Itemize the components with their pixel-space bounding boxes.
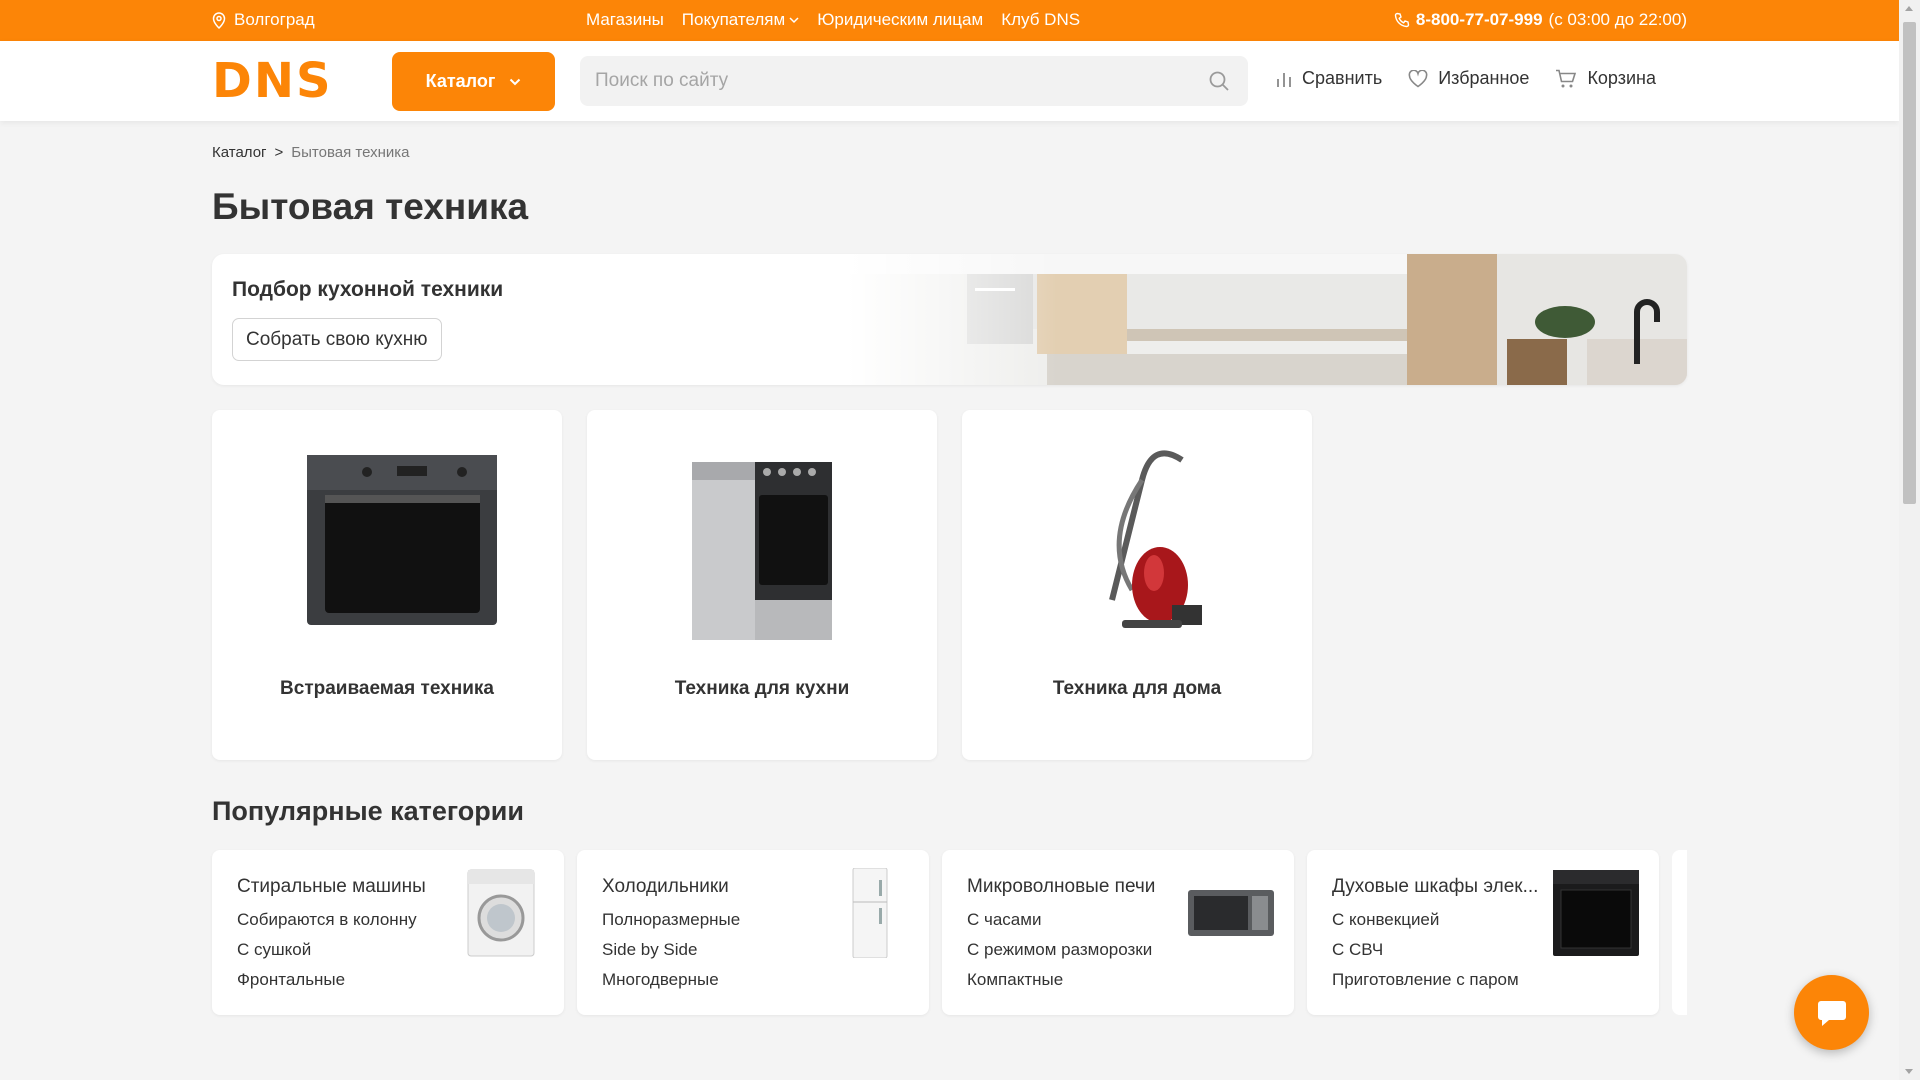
scroll-down-arrow-icon[interactable]: [1905, 1069, 1913, 1074]
chevron-down-icon: [510, 78, 521, 85]
header-actions: Сравнить Избранное Корзина: [1276, 68, 1656, 89]
popular-subcategory-link[interactable]: С СВЧ: [1332, 940, 1383, 960]
scrollbar-thumb[interactable]: [1903, 22, 1916, 504]
nav-link-business[interactable]: Юридическим лицам: [817, 10, 983, 30]
cart-icon: [1556, 69, 1577, 87]
heart-icon: [1408, 69, 1428, 87]
category-card-built-in[interactable]: Встраиваемая техника: [212, 410, 562, 760]
popular-subcategory-link[interactable]: С режимом разморозки: [967, 940, 1152, 960]
category-card-home[interactable]: Техника для дома: [962, 410, 1312, 760]
popular-card-title[interactable]: Холодильники: [602, 876, 832, 898]
top-bar: Волгоград Магазины Покупателям Юридическ…: [0, 0, 1899, 41]
nav-link-stores[interactable]: Магазины: [586, 10, 664, 30]
microwave-image: [1188, 890, 1274, 936]
popular-subcategory-link[interactable]: Собираются в колонну: [237, 910, 417, 930]
nav-link-customers-label: Покупателям: [681, 10, 786, 29]
popular-subcategory-link[interactable]: Приготовление с паром: [1332, 970, 1519, 990]
popular-subcategory-link[interactable]: Многодверные: [602, 970, 719, 990]
working-hours: (с 03:00 до 22:00): [1548, 10, 1687, 29]
kitchen-interior-image: [847, 254, 1687, 385]
category-label: Техника для кухни: [674, 678, 850, 699]
catalog-button-label: Каталог: [425, 71, 496, 91]
popular-card-title[interactable]: Духовые шкафы элек...: [1332, 876, 1562, 898]
popular-card-washing-machines[interactable]: Стиральные машины Собираются в колонну С…: [212, 850, 564, 1015]
washing-machine-image: [467, 869, 535, 957]
favorites-button[interactable]: Избранное: [1408, 68, 1529, 89]
header: DNS Каталог Сравнить Избранное Корзина: [0, 41, 1899, 121]
fridge-image: [852, 868, 888, 958]
compare-label: Сравнить: [1302, 68, 1383, 88]
oven-image: [307, 455, 497, 625]
favorites-label: Избранное: [1438, 68, 1530, 88]
popular-card-ovens[interactable]: Духовые шкафы элек... С конвекцией С СВЧ…: [1307, 850, 1659, 1015]
location-pin-icon: [212, 11, 226, 29]
chevron-down-icon: [789, 16, 799, 23]
category-card-kitchen[interactable]: Техника для кухни: [587, 410, 937, 760]
chat-button[interactable]: [1794, 975, 1869, 1050]
page-scrollbar[interactable]: [1899, 0, 1920, 1080]
city-name: Волгоград: [234, 10, 315, 29]
popular-subcategory-link[interactable]: С сушкой: [237, 940, 311, 960]
kitchen-banner-title: Подбор кухонной техники: [232, 278, 504, 301]
nav-link-customers[interactable]: Покупателям: [682, 10, 799, 30]
popular-subcategory-link[interactable]: Полноразмерные: [602, 910, 740, 930]
city-selector[interactable]: Волгоград: [212, 10, 315, 30]
page-title: Бытовая техника: [212, 186, 529, 227]
chat-bubble-icon: [1817, 1000, 1846, 1026]
popular-card-title[interactable]: Микроволновые печи: [967, 876, 1197, 898]
breadcrumb: Каталог > Бытовая техника: [212, 144, 410, 161]
popular-card-next-peek[interactable]: [1672, 850, 1687, 1015]
popular-categories-title: Популярные категории: [212, 796, 524, 826]
popular-subcategory-link[interactable]: С часами: [967, 910, 1041, 930]
search-box: [580, 56, 1248, 106]
search-input[interactable]: [580, 56, 1248, 106]
top-nav: Магазины Покупателям Юридическим лицам К…: [586, 10, 1080, 30]
category-label: Встраиваемая техника: [280, 678, 494, 699]
kitchen-selection-banner[interactable]: Подбор кухонной техники Собрать свою кух…: [212, 254, 1687, 385]
phone-number[interactable]: 8-800-77-07-999: [1416, 10, 1543, 30]
phone-icon: [1394, 12, 1410, 28]
scroll-up-arrow-icon[interactable]: [1905, 6, 1913, 11]
category-label: Техника для дома: [1052, 678, 1222, 699]
search-icon[interactable]: [1208, 70, 1230, 92]
popular-card-microwaves[interactable]: Микроволновые печи С часами С режимом ра…: [942, 850, 1294, 1015]
nav-link-club[interactable]: Клуб DNS: [1001, 10, 1080, 30]
breadcrumb-current: Бытовая техника: [291, 144, 410, 161]
compare-button[interactable]: Сравнить: [1276, 68, 1382, 89]
popular-subcategory-link[interactable]: С конвекцией: [1332, 910, 1439, 930]
catalog-button[interactable]: Каталог: [392, 52, 555, 111]
stove-image: [692, 462, 832, 640]
popular-subcategory-link[interactable]: Side by Side: [602, 940, 697, 960]
phone-block: 8-800-77-07-999 (с 03:00 до 22:00): [1394, 10, 1687, 30]
breadcrumb-root[interactable]: Каталог: [212, 144, 267, 161]
cart-button[interactable]: Корзина: [1555, 68, 1656, 89]
compare-icon: [1277, 72, 1291, 87]
popular-card-title[interactable]: Стиральные машины: [237, 876, 467, 898]
build-kitchen-button[interactable]: Собрать свою кухню: [232, 318, 442, 361]
cart-label: Корзина: [1587, 68, 1657, 88]
breadcrumb-separator: >: [274, 144, 284, 161]
vacuum-image: [1109, 450, 1202, 628]
oven-image: [1553, 870, 1639, 956]
popular-card-fridges[interactable]: Холодильники Полноразмерные Side by Side…: [577, 850, 929, 1015]
popular-subcategory-link[interactable]: Компактные: [967, 970, 1063, 990]
dns-logo[interactable]: DNS: [212, 57, 333, 105]
popular-subcategory-link[interactable]: Фронтальные: [237, 970, 345, 990]
